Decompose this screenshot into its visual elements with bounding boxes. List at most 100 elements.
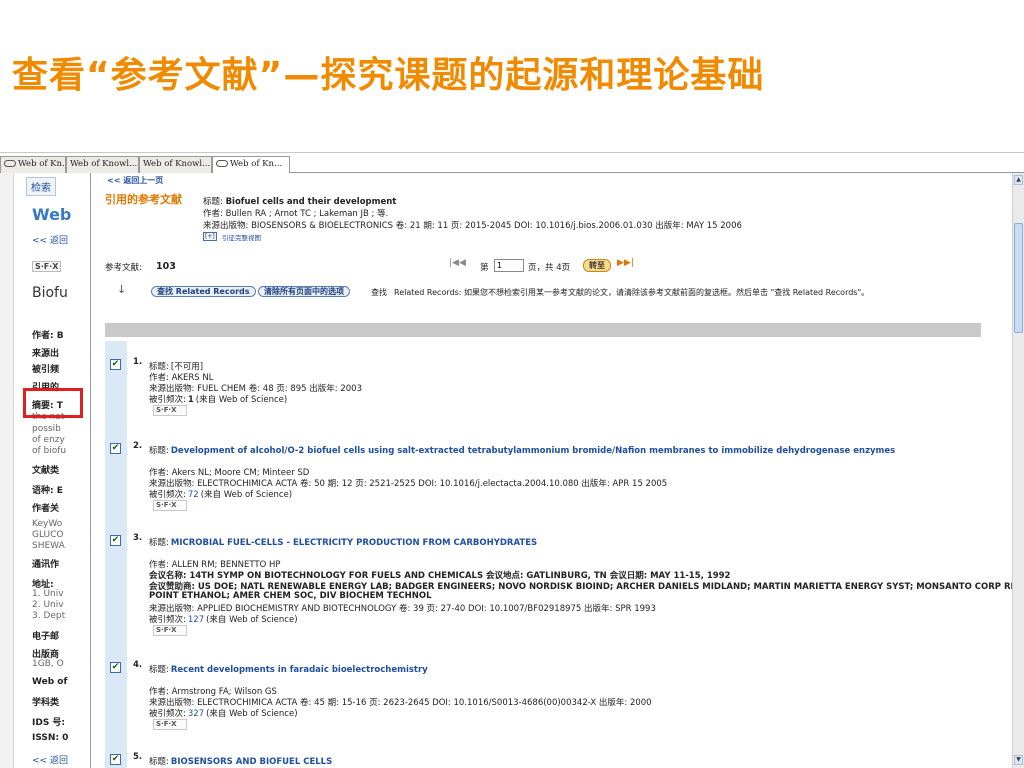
record-field-line: 1GB, O xyxy=(32,659,64,669)
times-cited-source: (来自 Web of Science) xyxy=(206,615,298,625)
find-label: 查找 xyxy=(371,288,387,297)
times-cited-count[interactable]: 127 xyxy=(188,615,204,625)
record-checkbox[interactable]: ✔ xyxy=(110,359,121,370)
record-title-row: 标题: BIOSENSORS AND BIOFUEL CELLS xyxy=(149,755,332,767)
arrow-icon: ↓ xyxy=(117,283,127,296)
expand-button[interactable]: [+] xyxy=(203,232,217,241)
times-cited-row: 被引频次: 72 (来自 Web of Science) xyxy=(149,488,292,500)
record-title[interactable]: Recent developments in faradaic bioelect… xyxy=(171,665,428,675)
record-field-line: IDS 号: xyxy=(32,718,66,728)
times-cited-count[interactable]: 72 xyxy=(188,490,199,500)
tab-4-active[interactable]: Web of Kn... xyxy=(212,156,290,174)
record-field-line: 文献类 xyxy=(32,466,60,476)
tab-label: Web of Knowl... xyxy=(70,159,138,169)
scroll-thumb[interactable] xyxy=(1014,223,1023,333)
record-field-line: 语种: E xyxy=(32,486,63,496)
record-field-line: ISSN: 0 xyxy=(32,733,69,743)
sfx-button[interactable]: S·F·X xyxy=(153,625,187,636)
web-page-icon xyxy=(216,160,228,167)
next-page-icon[interactable]: ▶▶| xyxy=(617,258,634,268)
page-number-input[interactable] xyxy=(494,259,524,272)
tab-label: Web of Kn... xyxy=(18,159,66,169)
times-cited-row: 被引频次: 127 (来自 Web of Science) xyxy=(149,613,298,625)
sfx-button[interactable]: S·F·X xyxy=(153,719,187,730)
back-link[interactable]: << 返回 xyxy=(32,233,68,246)
record-title[interactable]: Development of alcohol/O-2 biofuel cells… xyxy=(171,446,895,456)
record-field-line: 2. Univ xyxy=(32,600,64,610)
record-field-line: KeyWo xyxy=(32,519,63,529)
times-cited-count[interactable]: 327 xyxy=(188,709,204,719)
vertical-scrollbar[interactable]: ▲ ▼ xyxy=(1012,173,1024,768)
scroll-up-icon[interactable]: ▲ xyxy=(1014,175,1023,185)
page-label: 第 xyxy=(480,263,489,273)
source-title: Biofuel cells and their development xyxy=(225,197,397,207)
highlight-box xyxy=(23,388,83,418)
clear-selections-button[interactable]: 清除所有页面中的选项 xyxy=(258,286,350,297)
back-to-previous-link[interactable]: << 返回上一页 xyxy=(107,175,163,186)
find-related-records-button[interactable]: 查找 Related Records xyxy=(151,286,256,297)
record-title-label: 标题: xyxy=(149,538,169,548)
times-cited-label: 被引频次: xyxy=(149,709,186,719)
times-cited-row: 被引频次: 1 (来自 Web of Science) xyxy=(149,393,287,405)
record-number: 1. xyxy=(133,357,143,367)
record-stripe xyxy=(105,644,127,736)
record-checkbox[interactable]: ✔ xyxy=(110,535,121,546)
record-checkbox[interactable]: ✔ xyxy=(110,662,121,673)
source-publication: 来源出版物: BIOSENSORS & BIOELECTRONICS 卷: 21… xyxy=(203,221,742,231)
side-strip xyxy=(0,173,14,768)
times-cited-count: 1 xyxy=(187,395,194,405)
search-tab[interactable]: 检索 xyxy=(26,177,56,196)
record-field-line: of biofu xyxy=(32,446,67,456)
sfx-button[interactable]: S·F·X xyxy=(153,500,187,511)
cited-references-page: << 返回上一页 引用的参考文献 标题: Biofuel cells and t… xyxy=(90,173,1012,768)
record-checkbox[interactable]: ✔ xyxy=(110,754,121,765)
record-title-label: 标题: xyxy=(149,665,169,675)
record-field-line[interactable]: << 返回 xyxy=(32,753,68,766)
times-cited-source: (来自 Web of Science) xyxy=(200,490,293,500)
record-field-line: 学科类 xyxy=(32,698,60,708)
times-cited-label: 被引频次: xyxy=(149,490,186,500)
tab-label: Web of Knowl... xyxy=(143,159,211,169)
record-field-line: 电子邮 xyxy=(32,632,60,642)
record-number: 3. xyxy=(133,533,143,543)
browser-screenshot: Web of Kn... Web of Knowl... Web of Know… xyxy=(0,152,1024,768)
web-page-icon xyxy=(4,160,16,167)
record-stripe xyxy=(105,341,127,425)
source-authors: 作者: Bullen RA ; Arnot TC ; Lakeman JB ; … xyxy=(203,209,389,219)
tab-1[interactable]: Web of Kn... xyxy=(0,156,66,173)
record-number: 4. xyxy=(133,660,143,670)
divider-bar xyxy=(105,323,981,337)
record-title: Biofu xyxy=(32,285,68,301)
record-field-line: 通讯作 xyxy=(32,560,60,570)
record-title[interactable]: MICROBIAL FUEL-CELLS - ELECTRICITY PRODU… xyxy=(171,538,537,548)
record-checkbox[interactable]: ✔ xyxy=(110,443,121,454)
record-field-line: 作者: B xyxy=(32,331,64,341)
record-title-row: 标题: MICROBIAL FUEL-CELLS - ELECTRICITY PR… xyxy=(149,536,537,548)
scroll-down-icon[interactable]: ▼ xyxy=(1014,755,1023,765)
ref-count: 103 xyxy=(156,261,176,272)
times-cited-row: 被引频次: 327 (来自 Web of Science) xyxy=(149,707,298,719)
page-of-label: 页，共 4页 xyxy=(528,263,571,273)
source-title-row: 标题: Biofuel cells and their development xyxy=(203,195,396,207)
ref-count-label: 参考文献: xyxy=(105,263,142,273)
brand-logo: Web xyxy=(32,205,72,224)
first-page-icon[interactable]: |◀◀ xyxy=(449,258,466,268)
record-number: 2. xyxy=(133,441,143,451)
record-title-row: 标题: Development of alcohol/O-2 biofuel ce… xyxy=(149,444,895,456)
record-field-line: 来源出 xyxy=(32,349,60,359)
full-record-link[interactable]: 引征完整视图 xyxy=(222,232,261,242)
sfx-button[interactable]: S·F·X xyxy=(153,405,187,416)
record-title[interactable]: BIOSENSORS AND BIOFUEL CELLS xyxy=(171,757,332,767)
record-title-label: 标题: xyxy=(149,757,169,767)
times-cited-label: 被引频次: xyxy=(149,615,186,625)
find-related-note: Related Records: 如果您不想检索引用某一参考文献的论文，请清除该… xyxy=(394,288,870,297)
slide: 查看“参考文献”—探究课题的起源和理论基础 Web of Kn... Web o… xyxy=(0,0,1024,768)
record-field-line: of enzy xyxy=(32,435,65,445)
tab-2[interactable]: Web of Knowl... xyxy=(66,156,139,173)
tab-3[interactable]: Web of Knowl... xyxy=(139,156,212,173)
go-button[interactable]: 转至 xyxy=(583,259,611,272)
sfx-label: S·F·X xyxy=(156,501,177,509)
record-stripe xyxy=(105,425,127,517)
sfx-label: S·F·X xyxy=(156,720,177,728)
sfx-button[interactable]: S·F·X xyxy=(32,261,62,272)
